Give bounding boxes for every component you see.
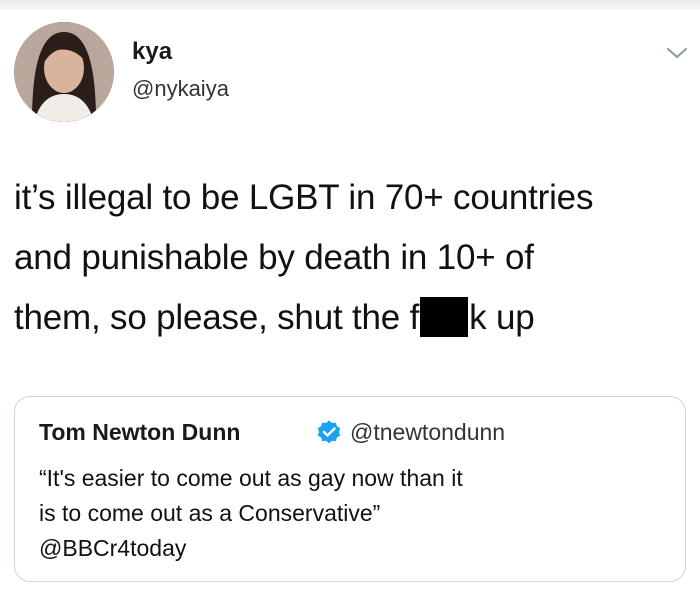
display-name[interactable]: kya	[132, 38, 172, 66]
quoted-handle[interactable]: @tnewtondunn	[350, 419, 505, 446]
avatar-image	[14, 22, 114, 122]
tweet-text-line: them, so please, shut the f k up	[14, 288, 694, 348]
quoted-display-name[interactable]: Tom Newton Dunn	[39, 419, 240, 446]
user-avatar[interactable]	[14, 22, 114, 122]
tweet-text-fragment: them, so please, shut the f	[14, 298, 420, 337]
chevron-down-icon[interactable]	[664, 44, 690, 62]
tweet-text-line: it’s illegal to be LGBT in 70+ countries	[14, 178, 594, 217]
top-cropped-strip	[0, 0, 700, 10]
quoted-tweet-card[interactable]: Tom Newton Dunn @tnewtondunn “It's easie…	[14, 396, 686, 582]
quoted-text-line: is to come out as a Conservative”	[39, 500, 381, 526]
tweet-text-fragment: k up	[469, 298, 535, 337]
verified-badge-icon	[317, 420, 341, 444]
user-handle[interactable]: @nykaiya	[132, 76, 229, 102]
tweet-text-line: and punishable by death in 10+ of	[14, 238, 534, 277]
quoted-mention-link[interactable]: @BBCr4today	[39, 531, 669, 566]
redaction-bar	[420, 297, 469, 337]
tweet-text: it’s illegal to be LGBT in 70+ countries…	[14, 168, 694, 348]
quoted-text-line: “It's easier to come out as gay now than…	[39, 465, 463, 491]
quoted-tweet-text: “It's easier to come out as gay now than…	[39, 461, 669, 566]
